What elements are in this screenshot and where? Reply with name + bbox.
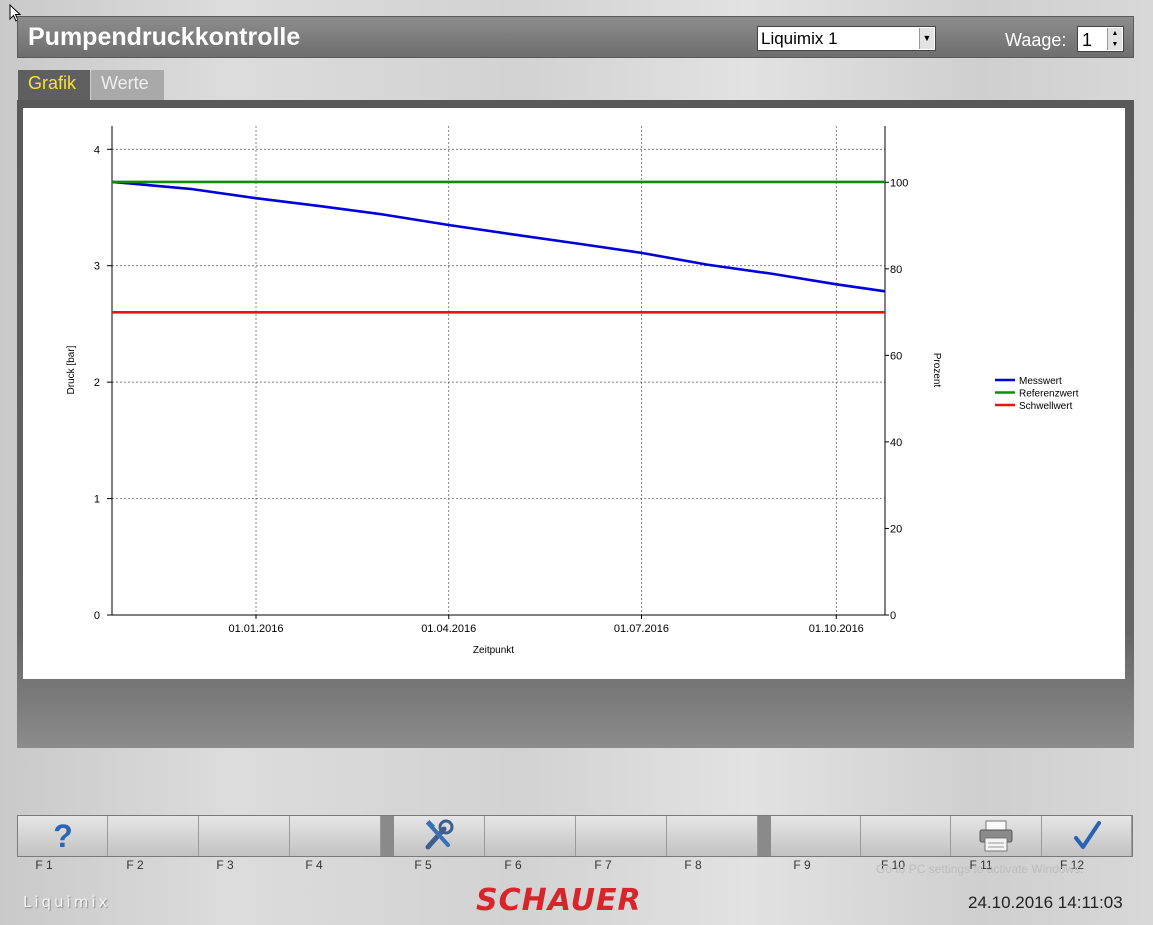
function-key-f2[interactable] (108, 816, 199, 856)
spin-down-icon[interactable]: ▼ (1107, 39, 1122, 50)
legend-label: Schwellwert (1019, 401, 1073, 412)
function-key-label: F 2 (126, 858, 144, 872)
device-select-value: Liquimix 1 (761, 29, 838, 48)
title-bar: Pumpendruckkontrolle Liquimix 1 ▼ Waage:… (17, 16, 1134, 58)
y-tick-label: 1 (94, 494, 100, 506)
date-time: 24.10.2016 14:11:03 (968, 893, 1123, 912)
function-key-label: F 7 (594, 858, 612, 872)
function-key-label: F 9 (793, 858, 811, 872)
function-key-label: F 6 (504, 858, 522, 872)
function-key-label: F 5 (414, 858, 432, 872)
x-tick-label: 01.04.2016 (421, 623, 476, 635)
x-axis-title: Zeitpunkt (473, 645, 514, 656)
function-key-f6[interactable] (485, 816, 576, 856)
chevron-down-icon[interactable]: ▼ (919, 28, 934, 49)
function-key-f10[interactable] (861, 816, 951, 856)
function-key-f5[interactable] (394, 816, 485, 856)
function-key-label: F 4 (305, 858, 323, 872)
function-key-f3[interactable] (199, 816, 290, 856)
tab-werte[interactable]: Werte (91, 70, 164, 100)
function-key-f12[interactable] (1042, 816, 1132, 856)
function-key-separator (758, 816, 771, 856)
y2-axis-title: Prozent (931, 353, 942, 388)
y-tick-label: 3 (94, 261, 100, 273)
y2-tick-label: 0 (890, 610, 896, 622)
liquimix-brand: Liquimix (23, 893, 111, 911)
y-tick-label: 2 (94, 377, 100, 389)
function-key-bar: ? (17, 815, 1133, 857)
function-key-label: F 3 (216, 858, 234, 872)
function-key-separator (381, 816, 394, 856)
y2-tick-label: 80 (890, 264, 902, 276)
y-axis-title: Druck [bar] (66, 345, 77, 394)
page-title: Pumpendruckkontrolle (28, 23, 301, 51)
device-select[interactable]: Liquimix 1 ▼ (757, 26, 936, 51)
x-tick-label: 01.10.2016 (809, 623, 864, 635)
chart-area: 01.01.2016 01.04.2016 01.07.2016 01.10.2016… (23, 108, 1125, 679)
function-key-f1[interactable]: ? (18, 816, 108, 856)
pressure-chart: 01.01.2016 01.04.2016 01.07.2016 01.10.2016… (66, 126, 1079, 656)
series-line-messwert (111, 180, 886, 293)
legend-label: Messwert (1019, 376, 1062, 387)
checkmark-icon (1070, 819, 1104, 858)
y2-tick-label: 60 (890, 350, 902, 362)
y2-tick-label: 40 (890, 437, 902, 449)
y2-tick-label: 100 (890, 177, 908, 189)
printer-icon (977, 819, 1015, 858)
function-key-f9[interactable] (771, 816, 861, 856)
y-tick-label: 0 (94, 610, 100, 622)
function-key-f8[interactable] (667, 816, 758, 856)
tab-grafik[interactable]: Grafik (18, 70, 90, 100)
function-key-f11[interactable] (951, 816, 1042, 856)
legend-label: Referenzwert (1019, 389, 1079, 400)
x-tick-label: 01.07.2016 (614, 623, 669, 635)
waage-label: Waage: (1005, 30, 1067, 50)
function-key-label: F 1 (35, 858, 53, 872)
svg-text:?: ? (53, 819, 73, 851)
function-key-f4[interactable] (290, 816, 381, 856)
spin-up-icon[interactable]: ▲ (1107, 28, 1122, 39)
schauer-logo: SCHAUER (476, 883, 642, 918)
windows-watermark: Go to PC settings to activate Windows. (876, 862, 1084, 876)
y2-tick-label: 20 (890, 523, 902, 535)
waage-spinner[interactable]: 1 ▲ ▼ (1077, 26, 1124, 52)
waage-value: 1 (1082, 30, 1093, 50)
y-tick-label: 4 (94, 144, 100, 156)
x-tick-label: 01.01.2016 (228, 623, 283, 635)
help-icon: ? (48, 818, 78, 856)
function-key-label: F 8 (684, 858, 702, 872)
tools-icon (422, 819, 456, 856)
function-key-f7[interactable] (576, 816, 667, 856)
